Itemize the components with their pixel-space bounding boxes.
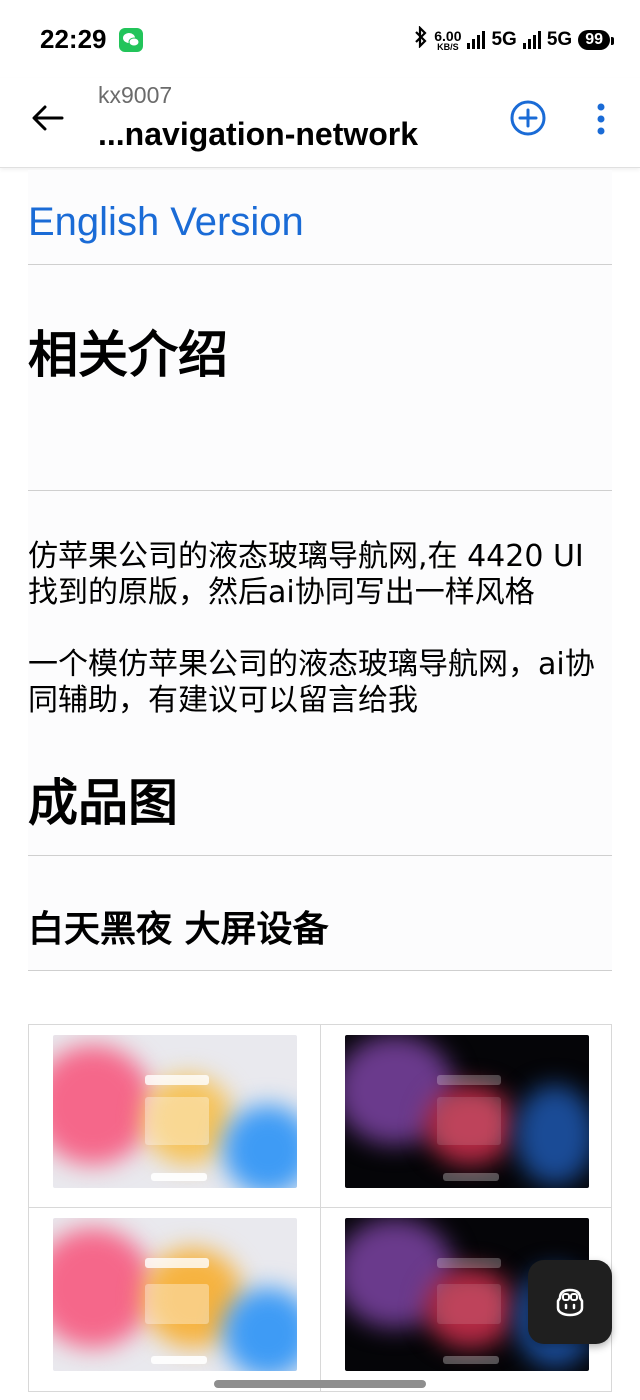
status-indicators: 6.00 KB/S 5G 5G 99 — [414, 25, 614, 54]
status-bar: 22:29 6.00 KB/S 5G 5G 99 — [0, 0, 640, 78]
screenshot-light-2[interactable] — [53, 1218, 297, 1371]
app-bar: kx9007 ...navigation-network — [0, 78, 640, 168]
screenshot-light-1[interactable] — [53, 1035, 297, 1188]
network-speed-unit: KB/S — [437, 41, 459, 52]
status-time: 22:29 — [40, 24, 107, 54]
subheading-devices: 白天黑夜 大屏设备 — [28, 856, 612, 971]
network-speed: 6.00 KB/S — [434, 29, 461, 52]
network-speed-value: 6.00 — [434, 27, 462, 44]
repo-name: ...navigation-network — [98, 116, 419, 152]
network-type-2: 5G — [546, 29, 573, 50]
add-circle-icon[interactable] — [508, 98, 548, 138]
readme-content: English Version 相关介绍 仿苹果公司的液态玻璃导航网,在 442… — [28, 170, 612, 971]
bluetooth-icon — [414, 25, 428, 54]
screenshot-dark-1[interactable] — [345, 1035, 589, 1188]
screenshot-gallery — [28, 1024, 612, 1392]
gallery-row — [29, 1025, 611, 1208]
english-version-link[interactable]: English Version — [28, 170, 612, 265]
signal-icon — [467, 31, 486, 49]
gallery-row — [29, 1208, 611, 1391]
heading-intro: 相关介绍 — [28, 265, 612, 491]
heading-result: 成品图 — [28, 763, 612, 856]
repo-owner: kx9007 — [98, 82, 173, 108]
back-arrow-icon[interactable] — [28, 98, 68, 138]
intro-paragraph-2: 一个模仿苹果公司的液态玻璃导航网，ai协同辅助，有建议可以留言给我 — [28, 647, 595, 718]
home-indicator[interactable] — [214, 1380, 426, 1388]
intro-paragraph-1: 仿苹果公司的液态玻璃导航网,在 4420 UI找到的原版，然后ai协同写出一样风… — [28, 539, 584, 610]
network-type-1: 5G — [491, 29, 517, 50]
wechat-icon — [119, 28, 143, 52]
battery-indicator: 99 — [578, 30, 614, 50]
gallery-cell[interactable] — [29, 1208, 320, 1391]
gallery-cell[interactable] — [29, 1025, 320, 1208]
more-vert-icon[interactable] — [590, 102, 612, 136]
signal-icon-2 — [522, 31, 541, 49]
copilot-icon — [556, 1288, 584, 1317]
gallery-cell[interactable] — [320, 1025, 611, 1208]
copilot-button[interactable] — [528, 1260, 612, 1344]
